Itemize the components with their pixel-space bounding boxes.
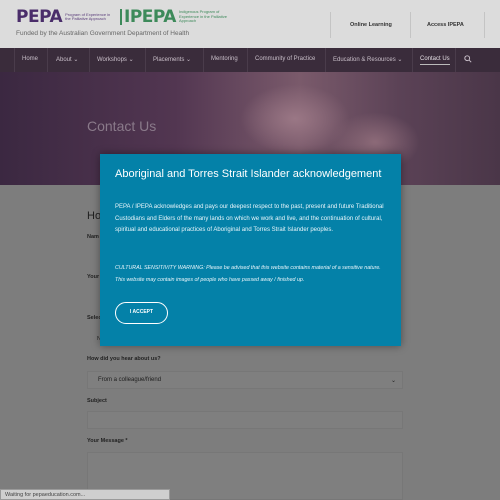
funding-statement: Funded by the Australian Government Depa… — [16, 30, 190, 37]
nav-placements-label: Placements — [153, 57, 185, 63]
required-mark: * — [125, 438, 128, 444]
chevron-down-icon: ⌄ — [73, 57, 79, 63]
name-label: Nam — [87, 234, 99, 240]
main-nav: Home About ⌄ Workshops ⌄ Placements ⌄ Me… — [0, 48, 500, 72]
ipepa-logo[interactable]: IPEPA Indigenous Program of Experience i… — [120, 6, 229, 28]
nav-education-label: Education & Resources — [333, 57, 396, 63]
header-divider — [484, 12, 485, 38]
nav-separator — [145, 48, 146, 72]
header-divider — [330, 12, 331, 38]
accept-button[interactable]: I ACCEPT — [115, 302, 168, 324]
nav-separator — [412, 48, 413, 72]
nav-workshops[interactable]: Workshops ⌄ — [97, 56, 134, 63]
online-learning-link[interactable]: Online Learning — [350, 22, 392, 28]
chevron-down-icon: ⌄ — [128, 57, 134, 63]
nav-separator — [325, 48, 326, 72]
chevron-down-icon: ⌄ — [397, 57, 403, 63]
form-heading: Ho — [87, 210, 102, 222]
nav-separator — [247, 48, 248, 72]
nav-separator — [47, 48, 48, 72]
modal-body-text: PEPA / IPEPA acknowledges and pays our d… — [115, 204, 384, 233]
nav-placements[interactable]: Placements ⌄ — [153, 56, 191, 63]
pepa-logo-subtitle: Program of Experience in the Palliative … — [65, 11, 111, 21]
access-ipepa-link[interactable]: Access IPEPA — [427, 22, 464, 28]
nav-community-of-practice[interactable]: Community of Practice — [255, 56, 315, 62]
header-divider — [410, 12, 411, 38]
nav-contact-us[interactable]: Contact Us — [420, 56, 450, 65]
message-label: Your Message * — [87, 438, 128, 444]
ipepa-logo-subtitle: Indigenous Program of Experience in the … — [178, 9, 227, 24]
nav-separator — [89, 48, 90, 72]
nav-mentoring[interactable]: Mentoring — [211, 56, 238, 62]
hear-about-select[interactable]: From a colleague/friend ⌄ — [87, 371, 403, 389]
nav-separator — [14, 48, 15, 72]
browser-status-bar: Waiting for pepaeducation.com... — [0, 489, 170, 500]
hear-about-value: From a colleague/friend — [98, 377, 162, 383]
subject-label: Subject — [87, 398, 107, 404]
pepa-logo-text: PEPA — [16, 7, 63, 27]
nav-separator — [455, 48, 456, 72]
cultural-sensitivity-warning: CULTURAL SENSITIVITY WARNING: Please be … — [115, 265, 381, 283]
site-header: PEPA Program of Experience in the Pallia… — [0, 0, 500, 48]
chevron-down-icon: ⌄ — [186, 57, 192, 63]
page-title: Contact Us — [87, 118, 157, 134]
your-label: Your — [87, 274, 100, 280]
nav-about-label: About — [56, 57, 72, 63]
message-label-text: Your Message — [87, 438, 124, 444]
ipepa-logo-text: IPEPA — [124, 7, 176, 27]
nav-about[interactable]: About ⌄ — [56, 56, 78, 63]
modal-title: Aboriginal and Torres Strait Islander ac… — [115, 168, 382, 180]
nav-home[interactable]: Home — [22, 56, 38, 62]
chevron-down-icon: ⌄ — [390, 378, 396, 384]
acknowledgement-modal: Aboriginal and Torres Strait Islander ac… — [100, 154, 401, 346]
nav-workshops-label: Workshops — [97, 57, 127, 63]
hear-about-label: How did you hear about us? — [87, 356, 161, 362]
search-icon[interactable] — [464, 55, 472, 63]
nav-education-resources[interactable]: Education & Resources ⌄ — [333, 56, 402, 63]
subject-input[interactable] — [87, 411, 403, 429]
nav-separator — [203, 48, 204, 72]
pepa-logo[interactable]: PEPA Program of Experience in the Pallia… — [16, 6, 115, 28]
ipepa-logo-mark — [120, 9, 122, 25]
